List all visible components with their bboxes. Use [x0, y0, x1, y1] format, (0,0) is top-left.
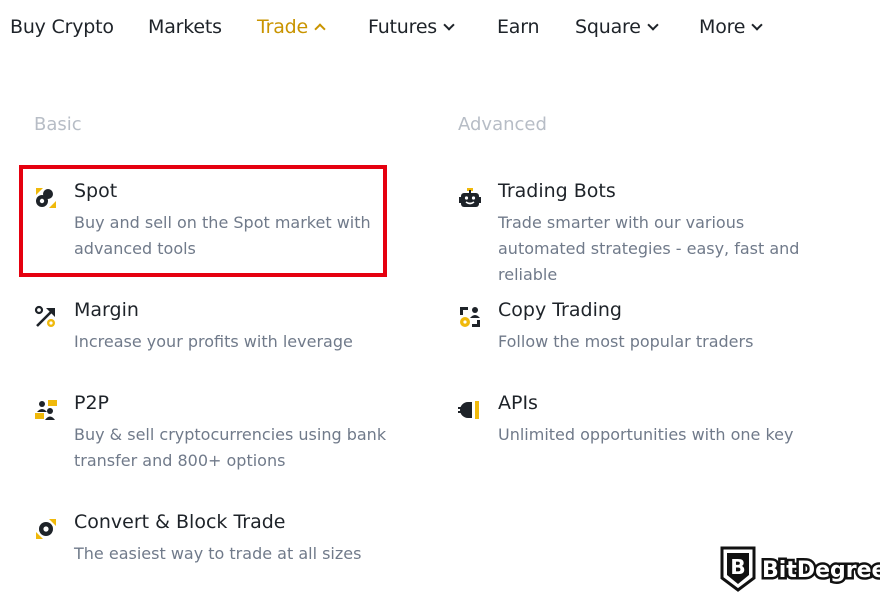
nav-label: Futures — [368, 16, 438, 38]
section-title-advanced: Advanced — [458, 114, 547, 135]
nav-label: More — [699, 16, 746, 38]
convert-icon — [36, 519, 56, 539]
menu-item-title: Copy Trading — [498, 299, 622, 321]
menu-item-title: Convert & Block Trade — [74, 511, 286, 533]
api-icon — [458, 401, 479, 419]
chevron-down-icon — [751, 19, 763, 31]
menu-item-title: P2P — [74, 392, 110, 414]
menu-item-desc: Trade smarter with our various automated… — [498, 213, 800, 284]
menu-item-desc: The easiest way to trade at all sizes — [74, 544, 362, 563]
menu-item-title: Trading Bots — [498, 180, 616, 202]
nav-square[interactable]: Square — [575, 16, 659, 38]
robot-icon — [459, 188, 481, 207]
nav-label: Square — [575, 16, 641, 38]
nav-more[interactable]: More — [699, 16, 763, 38]
nav-label: Buy Crypto — [10, 16, 114, 38]
highlight-box — [19, 165, 387, 277]
chevron-down-icon — [647, 19, 659, 31]
nav-markets[interactable]: Markets — [148, 16, 222, 38]
menu-item-desc: Unlimited opportunities with one key — [498, 425, 794, 444]
svg-text:B: B — [730, 555, 745, 579]
menu-item-title: APIs — [498, 392, 538, 414]
chevron-up-icon — [314, 23, 326, 35]
menu-item-title: Margin — [74, 299, 139, 321]
menu-item-desc: Follow the most popular traders — [498, 332, 754, 351]
nav-label: Earn — [497, 16, 540, 38]
margin-icon — [34, 305, 55, 327]
nav-futures[interactable]: Futures — [368, 16, 455, 38]
bitdegree-watermark: B BitDegree — [720, 546, 880, 592]
bitdegree-wordmark: BitDegree — [760, 556, 880, 586]
top-navigation: Buy Crypto Markets Trade Futures Earn Sq… — [0, 0, 880, 58]
p2p-icon — [35, 400, 57, 420]
bitdegree-text: BitDegree — [762, 558, 880, 583]
nav-trade[interactable]: Trade — [257, 16, 326, 38]
menu-item-desc: Increase your profits with leverage — [74, 332, 353, 351]
chevron-down-icon — [443, 19, 455, 31]
section-title-basic: Basic — [34, 114, 82, 135]
menu-item-desc: Buy & sell cryptocurrencies using bank t… — [74, 425, 387, 470]
nav-earn[interactable]: Earn — [497, 16, 540, 38]
nav-label: Markets — [148, 16, 222, 38]
copy-trading-icon — [460, 307, 480, 327]
nav-buy-crypto[interactable]: Buy Crypto — [10, 16, 114, 38]
nav-label: Trade — [257, 16, 309, 38]
bitdegree-shield-icon: B — [720, 546, 756, 592]
